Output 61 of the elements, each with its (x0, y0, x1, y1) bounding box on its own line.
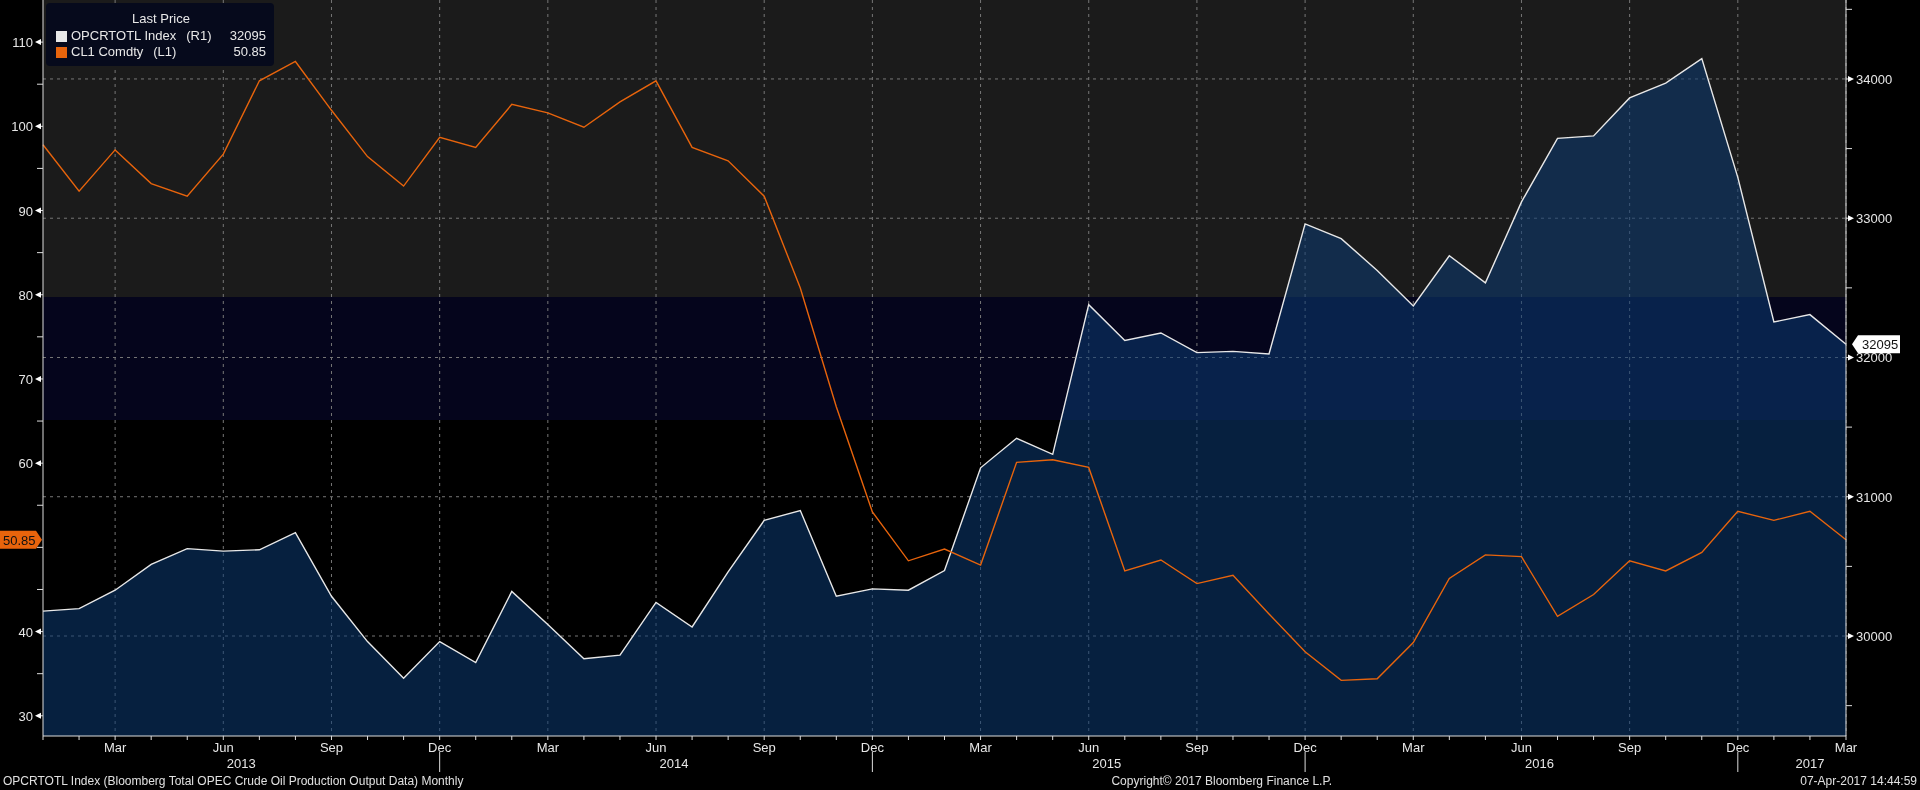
legend-swatch (56, 30, 67, 42)
axis-label: Sep (319, 740, 344, 755)
tick-marker-icon (35, 123, 41, 130)
axis-label: Mar (103, 740, 127, 755)
copyright-text: Copyright© 2017 Bloomberg Finance L.P. (1111, 774, 1333, 788)
axis-label: Sep (752, 740, 776, 755)
axis-label: Dec (1726, 740, 1750, 755)
axis-label: 30 (18, 708, 33, 724)
axis-label: 110 (12, 35, 33, 51)
axis-label: Mar (1834, 740, 1858, 755)
axis-label: Sep (1185, 740, 1209, 755)
series-description: OPCRTOTL Index (Bloomberg Total OPEC Crude Oil Production Output Data) Monthly (3, 774, 464, 788)
axis-label: Mar (536, 740, 560, 755)
tick-marker-icon (35, 460, 41, 467)
legend-title: Last Price (131, 11, 191, 26)
axis-label: Jun (645, 740, 667, 755)
tick-marker-icon (35, 39, 41, 46)
axis-label: Jun (1511, 740, 1532, 755)
year-label: 2013 (226, 756, 256, 771)
legend-label: CL1 Comdty (71, 44, 144, 60)
year-label: 2015 (1092, 756, 1122, 771)
tick-marker-icon (35, 207, 41, 214)
axis-label: Mar (1402, 740, 1425, 755)
tick-marker-icon (1848, 215, 1854, 222)
tick-marker-icon (1848, 633, 1854, 639)
tick-marker-icon (1848, 354, 1854, 361)
legend-swatch (56, 46, 67, 58)
axis-label: Sep (1618, 740, 1642, 755)
axis-label: Dec (860, 740, 884, 755)
axis-label: 34000 (1856, 71, 1893, 87)
last-value-tag: 50.85 (0, 530, 42, 549)
axis-label: Jun (1078, 740, 1100, 755)
legend-axis-tag: (L1) (153, 44, 177, 60)
year-label: 2017 (1795, 756, 1825, 771)
tick-marker-icon (35, 712, 41, 719)
axis-label: 60 (18, 456, 33, 472)
legend-label: OPCRTOTL Index (71, 28, 177, 44)
year-label: 2016 (1525, 756, 1554, 771)
axis-label: Dec (1293, 740, 1317, 755)
axis-label: 90 (18, 203, 33, 219)
axis-label: Jun (212, 740, 234, 755)
timestamp: 07-Apr-2017 14:44:59 (1800, 774, 1917, 788)
axis-label: Dec (428, 740, 452, 755)
legend-axis-tag: (R1) (186, 28, 212, 44)
tick-marker-icon (35, 628, 41, 635)
axis-label: 100 (11, 119, 33, 135)
legend-value: 32095 (229, 28, 266, 44)
axis-label: Mar (969, 740, 992, 755)
tick-marker-icon (1848, 493, 1854, 500)
year-label: 2014 (659, 756, 689, 771)
axis-label: 70 (18, 371, 33, 387)
legend-value: 50.85 (233, 44, 266, 60)
last-value-tag: 32095 (1852, 335, 1900, 354)
axis-label: 40 (18, 624, 33, 640)
tick-marker-icon (35, 291, 41, 298)
tick-marker-icon (1848, 75, 1854, 82)
tick-marker-icon (35, 375, 41, 382)
axis-label: 33000 (1856, 211, 1893, 227)
axis-label: 31000 (1856, 489, 1893, 505)
axis-label: 80 (18, 287, 33, 303)
axis-label: 30000 (1856, 629, 1893, 644)
